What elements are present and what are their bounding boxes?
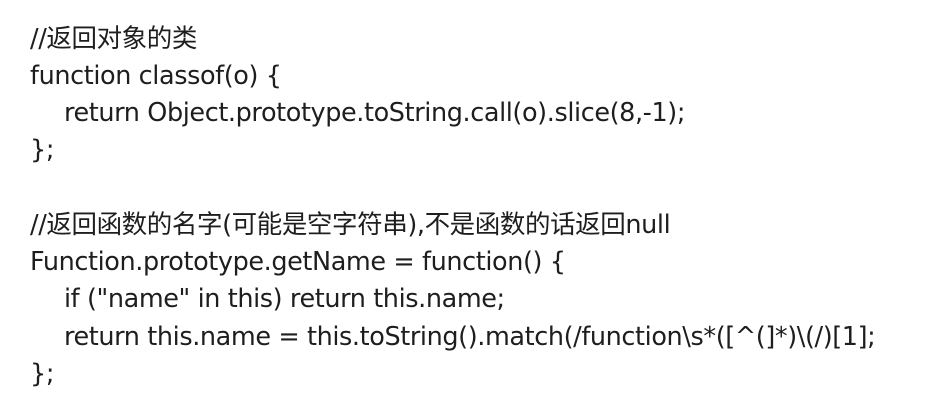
- classof-return-statement: return Object.prototype.toString.call(o)…: [64, 98, 686, 128]
- classof-closing-brace: };: [30, 135, 55, 165]
- comment-return-object-class: //返回对象的类: [30, 24, 197, 54]
- comment-return-function-name: //返回函数的名字(可能是空字符串),不是函数的话返回null: [30, 210, 671, 240]
- getname-match-return-line: return this.name = this.toString().match…: [64, 322, 876, 352]
- code-snippet: //返回对象的类 function classof(o) { return Ob…: [0, 0, 952, 404]
- getname-closing-brace: };: [30, 359, 55, 389]
- getname-method-declaration: Function.prototype.getName = function() …: [30, 247, 566, 277]
- getname-name-check-line: if ("name" in this) return this.name;: [64, 284, 505, 314]
- classof-function-declaration: function classof(o) {: [30, 61, 282, 91]
